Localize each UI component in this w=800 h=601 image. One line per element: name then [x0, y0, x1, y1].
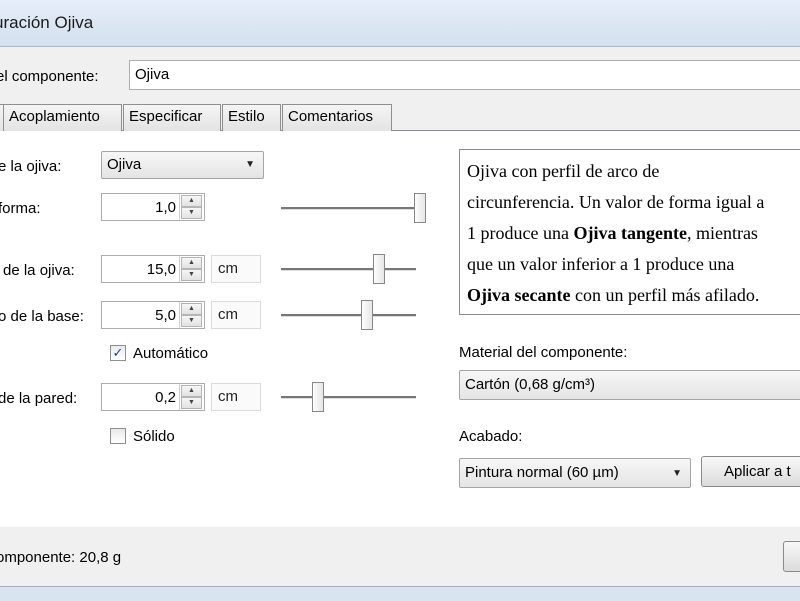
description-bold-text: Ojiva secante [467, 285, 571, 305]
spin-down-icon[interactable]: ▼ [181, 269, 202, 281]
nosecone-shape-label: e la ojiva: [0, 158, 62, 175]
solid-label: Sólido [133, 428, 175, 445]
window-title: uración Ojiva [0, 13, 94, 32]
base-slider-track [281, 314, 416, 317]
shape-parameter-slider-track [281, 207, 426, 210]
wall-unit-selector[interactable]: cm [211, 383, 261, 411]
close-button[interactable] [783, 541, 800, 572]
spin-down-icon[interactable]: ▼ [181, 207, 202, 219]
nosecone-length-value: 15,0 [146, 261, 176, 278]
base-unit: cm [218, 306, 238, 323]
length-slider-track [281, 268, 416, 271]
description-text: Ojiva con perfil de arco de [467, 161, 660, 181]
length-unit-selector[interactable]: cm [211, 255, 261, 283]
solid-checkbox[interactable] [110, 428, 126, 444]
wall-thickness-label: de la pared: [0, 390, 78, 407]
wall-thickness-spinner[interactable]: 0,2 ▲ ▼ [101, 383, 205, 411]
wall-thickness-value: 0,2 [155, 389, 176, 406]
description-text: que un valor inferior a 1 produce una [467, 254, 735, 274]
component-mass-label: omponente: 20,8 g [0, 549, 122, 566]
spinner-arrows: ▲ ▼ [179, 302, 204, 328]
spinner-arrows: ▲ ▼ [179, 194, 204, 220]
spin-up-icon[interactable]: ▲ [181, 257, 202, 269]
spin-up-icon[interactable]: ▲ [181, 385, 202, 397]
shape-parameter-label: forma: [0, 200, 41, 217]
component-name-label: el componente: [0, 68, 99, 85]
automatic-checkbox[interactable]: ✓ [110, 345, 126, 361]
spin-up-icon[interactable]: ▲ [181, 303, 202, 315]
description-line: Ojiva con perfil de arco de [467, 156, 800, 187]
material-label: Material del componente: [459, 344, 628, 361]
material-select[interactable]: Cartón (0,68 g/cm³) [459, 370, 800, 400]
spin-down-icon[interactable]: ▼ [181, 397, 202, 409]
base-diameter-value: 5,0 [155, 307, 176, 324]
wall-unit: cm [218, 388, 238, 405]
spin-up-icon[interactable]: ▲ [181, 195, 202, 207]
nosecone-shape-select[interactable]: Ojiva ▼ [101, 151, 264, 179]
description-line: que un valor inferior a 1 produce una [467, 249, 800, 280]
description-text: con un perfil más afilado. [570, 285, 760, 305]
shape-parameter-slider-thumb[interactable] [414, 193, 426, 223]
shape-parameter-spinner[interactable]: 1,0 ▲ ▼ [101, 193, 205, 221]
tab-label: Estilo [228, 108, 265, 125]
tab-label: Comentarios [288, 108, 374, 125]
finish-label: Acabado: [459, 428, 523, 445]
apply-button-label: Aplicar a t [724, 463, 791, 480]
tab-estilo[interactable]: Estilo [222, 104, 281, 131]
length-slider-thumb[interactable] [373, 254, 386, 284]
description-text: , mientras [686, 223, 758, 243]
spinner-arrows: ▲ ▼ [179, 384, 204, 410]
nosecone-shape-value: Ojiva [107, 156, 142, 173]
tab-acoplamiento[interactable]: Acoplamiento [3, 104, 122, 131]
finish-value: Pintura normal (60 µm) [465, 464, 619, 481]
shape-parameter-value: 1,0 [155, 199, 176, 216]
base-diameter-label: o de la base: [0, 308, 84, 325]
description-line: circunferencia. Un valor de forma igual … [467, 187, 800, 218]
title-bar: uración Ojiva [0, 0, 800, 46]
wall-slider-thumb[interactable] [311, 382, 324, 412]
tab-label: Especificar [129, 108, 203, 125]
base-unit-selector[interactable]: cm [211, 301, 261, 329]
spin-down-icon[interactable]: ▼ [181, 315, 202, 327]
chevron-down-icon: ▼ [672, 468, 682, 479]
base-slider-thumb[interactable] [360, 300, 373, 330]
component-name-value: Ojiva [135, 66, 170, 83]
tab-label: Acoplamiento [9, 108, 100, 125]
tab-especificar[interactable]: Especificar [123, 104, 221, 131]
length-unit: cm [218, 260, 238, 277]
description-text: 1 produce una [467, 223, 574, 243]
spinner-arrows: ▲ ▼ [179, 256, 204, 282]
nosecone-length-label: de la ojiva: [3, 262, 75, 279]
checkmark-icon: ✓ [112, 345, 124, 360]
description-text-box: Ojiva con perfil de arco de circunferenci… [459, 149, 800, 315]
material-value: Cartón (0,68 g/cm³) [465, 376, 596, 393]
base-diameter-spinner[interactable]: 5,0 ▲ ▼ [101, 301, 205, 329]
chevron-down-icon: ▼ [245, 159, 255, 170]
wall-slider-track [281, 396, 416, 399]
description-line: 1 produce una Ojiva tangente, mientras [467, 218, 800, 249]
description-bold-text: Ojiva tangente [573, 223, 687, 243]
automatic-label: Automático [133, 345, 209, 362]
description-line: Ojiva secante con un perfil más afilado. [467, 280, 800, 311]
component-name-input[interactable]: Ojiva [129, 60, 800, 90]
apply-to-all-button[interactable]: Aplicar a t [701, 456, 800, 487]
window-bottom-frame [0, 586, 800, 601]
tab-comentarios[interactable]: Comentarios [282, 104, 392, 131]
description-text: circunferencia. Un valor de forma igual … [467, 192, 765, 212]
finish-select[interactable]: Pintura normal (60 µm) ▼ [459, 458, 691, 488]
nosecone-length-spinner[interactable]: 15,0 ▲ ▼ [101, 255, 205, 283]
